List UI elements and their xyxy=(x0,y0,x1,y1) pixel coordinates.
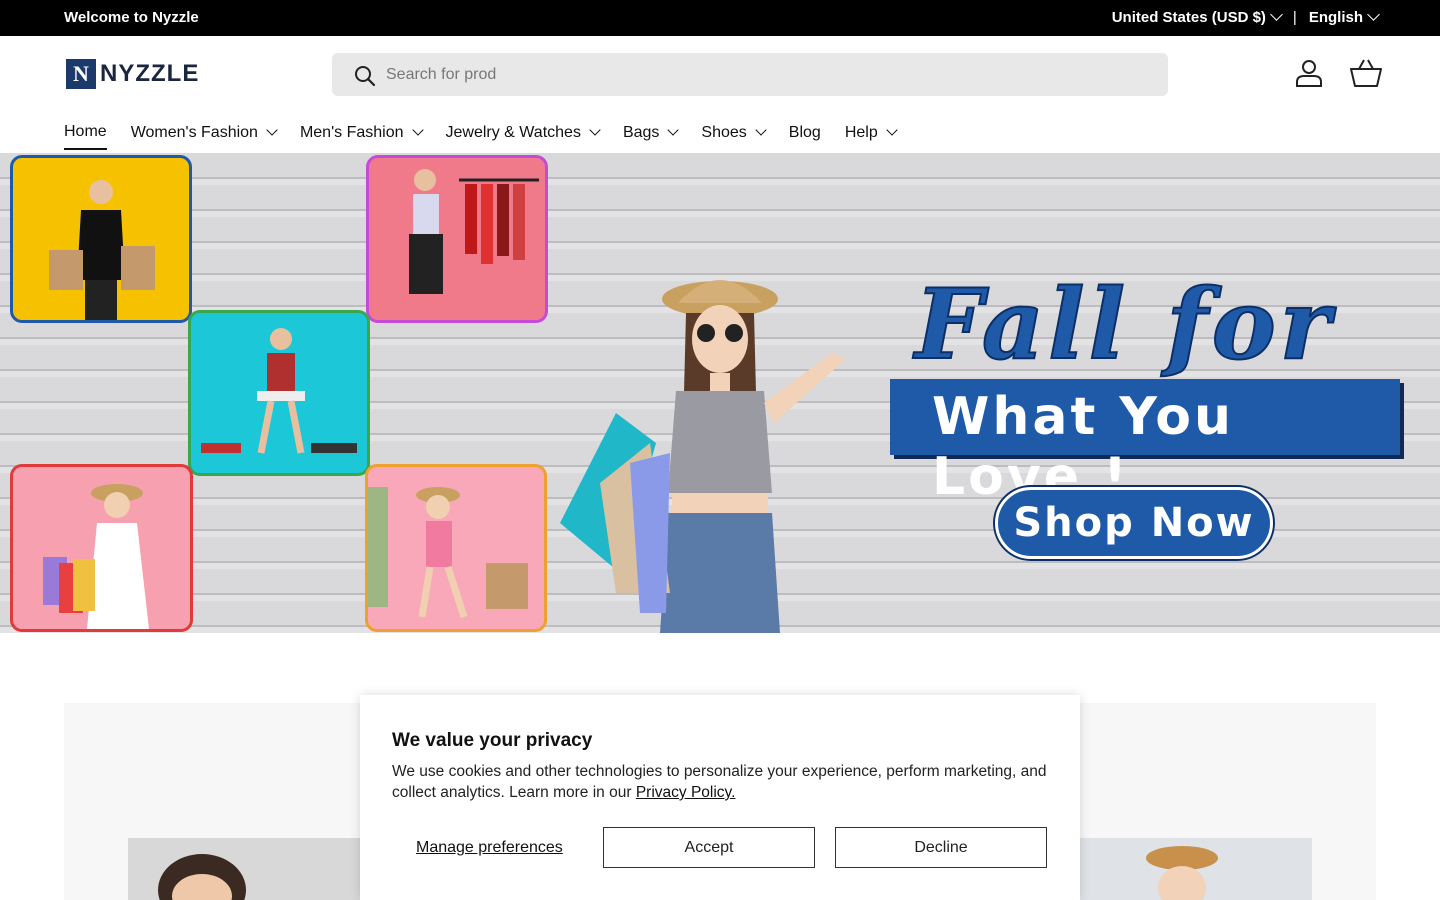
collection-card[interactable] xyxy=(128,838,360,900)
nav-item-label: Help xyxy=(844,124,878,141)
chevron-down-icon xyxy=(1367,8,1380,21)
hero-tile-bags xyxy=(10,464,193,632)
separator: | xyxy=(1292,9,1297,26)
search-input[interactable] xyxy=(386,53,1086,96)
welcome-text: Welcome to Nyzzle xyxy=(64,9,199,26)
hero-tile-shoes xyxy=(188,310,370,476)
collection-image xyxy=(128,838,360,900)
hero-tile-clothes-rack xyxy=(366,155,548,323)
hero-banner[interactable]: Fall for What You Love ! Shop Now xyxy=(0,153,1440,633)
hero-tile-dance xyxy=(365,464,547,632)
cart-icon[interactable] xyxy=(1350,58,1382,93)
nav-item-home[interactable]: Home xyxy=(64,116,107,150)
nav-item-blog[interactable]: Blog xyxy=(789,116,821,150)
model-image xyxy=(201,328,357,454)
chevron-down-icon xyxy=(1270,8,1283,21)
search-bar[interactable] xyxy=(332,53,1168,96)
nav-item-women-s-fashion[interactable]: Women's Fashion xyxy=(130,116,278,150)
manage-preferences-link[interactable]: Manage preferences xyxy=(416,839,563,857)
nav-item-label: Blog xyxy=(788,124,821,141)
decline-button[interactable]: Decline xyxy=(835,827,1047,868)
collection-image xyxy=(1080,838,1312,900)
cookie-title: We value your privacy xyxy=(392,730,593,751)
account-icon[interactable] xyxy=(1294,58,1324,93)
nav-item-bags[interactable]: Bags xyxy=(622,116,680,150)
cookie-body: We use cookies and other technologies to… xyxy=(392,761,1052,803)
chevron-down-icon xyxy=(667,124,680,136)
shop-now-button[interactable]: Shop Now xyxy=(995,487,1273,559)
site-header: N NYZZLE xyxy=(0,36,1440,116)
announcement-bar: Welcome to Nyzzle United States (USD $) … xyxy=(0,0,1440,36)
nav-item-label: Shoes xyxy=(701,124,747,141)
accept-button[interactable]: Accept xyxy=(603,827,815,868)
locale-selectors: United States (USD $) | English xyxy=(1111,8,1380,26)
model-image xyxy=(409,169,539,294)
chevron-down-icon xyxy=(589,124,601,136)
search-icon[interactable] xyxy=(354,65,376,92)
nav-item-label: Home xyxy=(64,123,107,140)
currency-label: United States (USD $) xyxy=(1111,9,1266,26)
hero-headline-band: What You Love ! xyxy=(890,379,1400,507)
site-logo[interactable]: N NYZZLE xyxy=(66,59,199,89)
hero-model-image xyxy=(560,280,846,633)
nav-item-label: Men's Fashion xyxy=(299,124,404,141)
chevron-down-icon xyxy=(886,124,898,136)
chevron-down-icon xyxy=(411,124,424,136)
language-selector[interactable]: English xyxy=(1308,8,1380,26)
model-image xyxy=(368,487,528,619)
hero-tile-shopping xyxy=(10,155,192,323)
privacy-policy-link[interactable]: Privacy Policy. xyxy=(636,784,736,801)
nav-item-help[interactable]: Help xyxy=(844,116,898,150)
nav-item-label: Women's Fashion xyxy=(130,124,258,141)
chevron-down-icon xyxy=(266,124,278,136)
language-label: English xyxy=(1308,9,1363,26)
logo-mark: N xyxy=(66,59,96,89)
nav-item-shoes[interactable]: Shoes xyxy=(701,116,767,150)
collection-card[interactable] xyxy=(1080,838,1312,900)
hero-script-headline: Fall for xyxy=(914,267,1335,382)
cookie-consent-dialog: We value your privacy We use cookies and… xyxy=(360,695,1080,900)
logo-text: NYZZLE xyxy=(100,60,200,87)
chevron-down-icon xyxy=(755,124,767,136)
main-navigation: Home Women's Fashion Men's Fashion Jewelry … xyxy=(64,116,898,152)
currency-selector[interactable]: United States (USD $) xyxy=(1111,8,1283,26)
nav-item-jewelry-watches[interactable]: Jewelry & Watches xyxy=(445,116,601,150)
nav-item-men-s-fashion[interactable]: Men's Fashion xyxy=(299,116,424,150)
model-image xyxy=(43,484,149,629)
nav-item-label: Bags xyxy=(622,124,660,141)
nav-item-label: Jewelry & Watches xyxy=(445,124,581,141)
header-icons xyxy=(1294,58,1382,93)
model-image xyxy=(49,180,155,320)
